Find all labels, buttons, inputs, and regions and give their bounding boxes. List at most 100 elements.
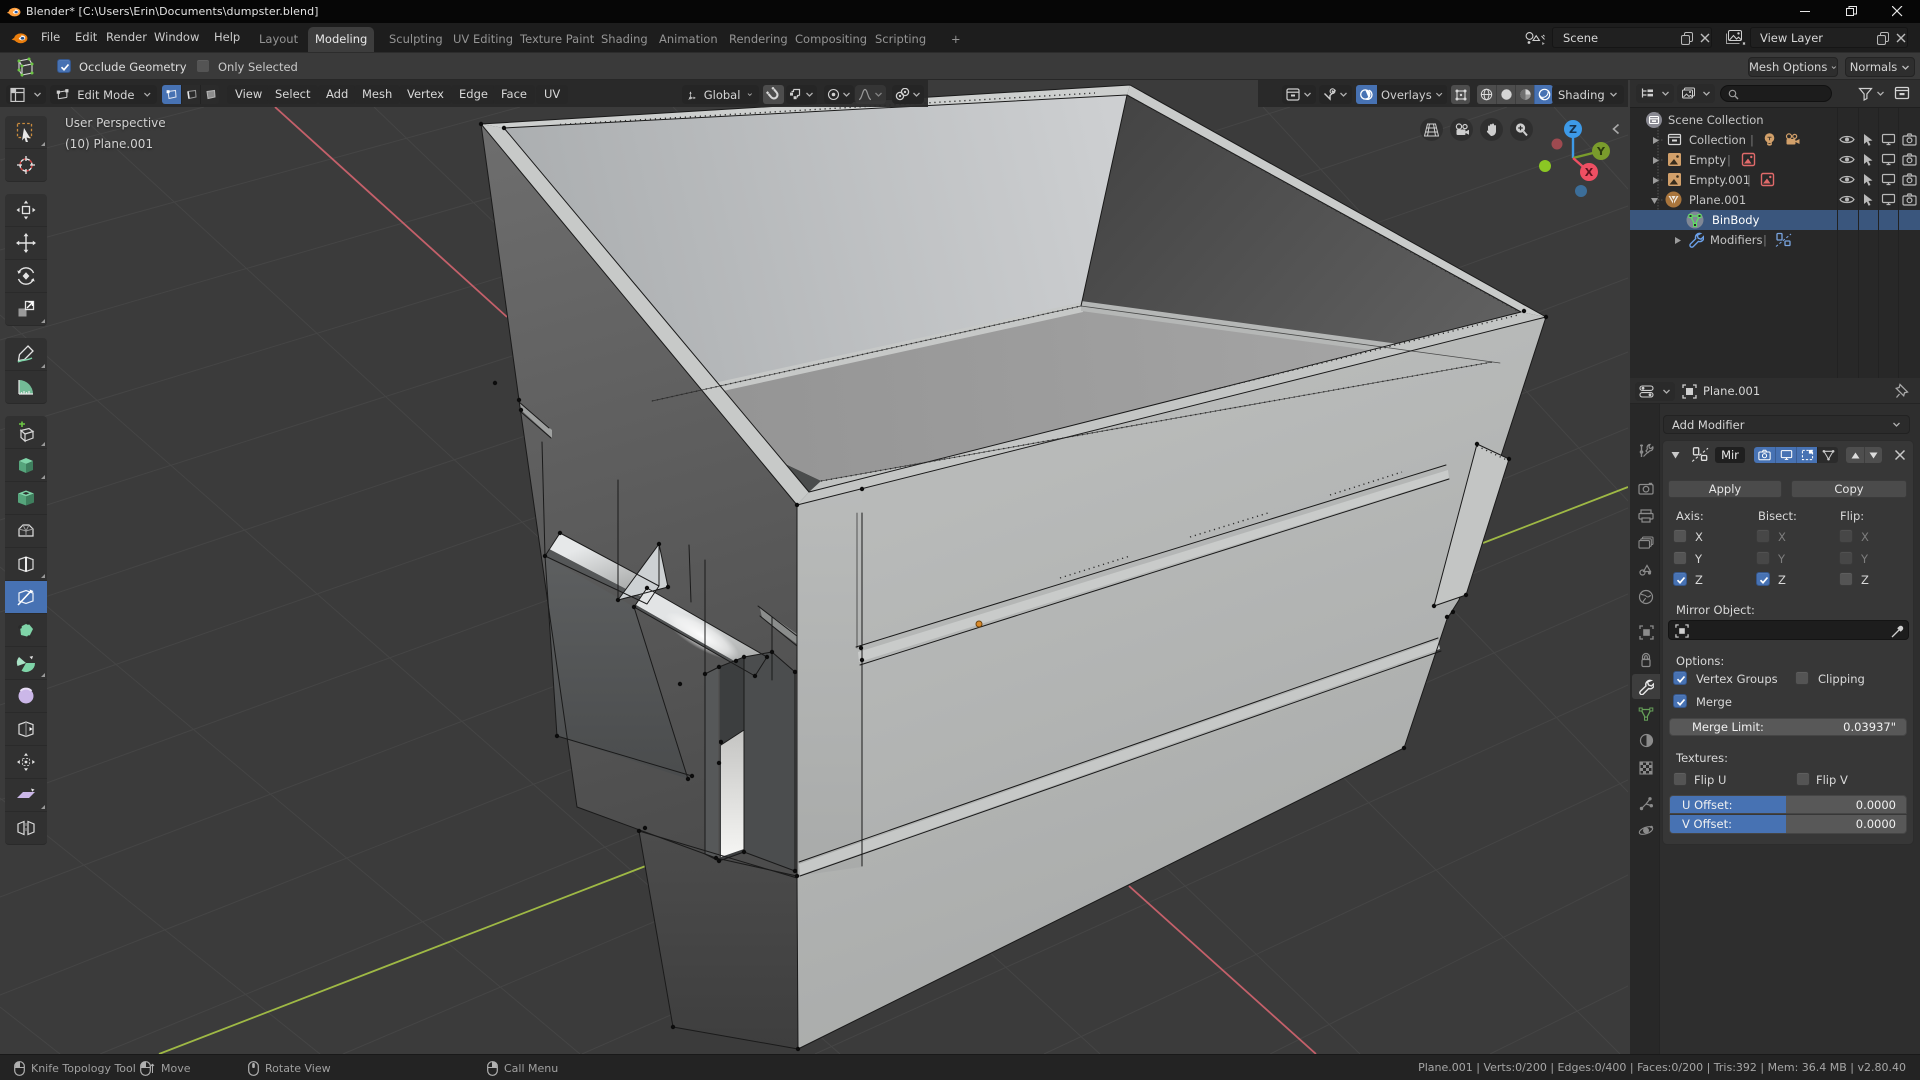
viewport-menu-mesh[interactable]: Mesh bbox=[354, 85, 400, 104]
tab-animation[interactable]: Animation bbox=[652, 27, 725, 52]
outliner-filter-id-dropdown[interactable] bbox=[1677, 84, 1715, 103]
tab-scene[interactable] bbox=[1632, 557, 1660, 582]
add-modifier-dropdown[interactable]: Add Modifier bbox=[1663, 415, 1910, 434]
axis-y-checkbox[interactable] bbox=[1673, 551, 1687, 565]
pan-view-button[interactable] bbox=[1480, 118, 1503, 141]
tab-active-tool[interactable] bbox=[1632, 438, 1660, 463]
modifier-viewport-toggle[interactable] bbox=[1775, 447, 1796, 463]
flip-y-checkbox[interactable] bbox=[1839, 551, 1853, 565]
outliner-display-mode-dropdown[interactable] bbox=[1636, 84, 1674, 103]
merge-checkbox[interactable] bbox=[1673, 694, 1687, 708]
viewport-visibility-icon[interactable] bbox=[1881, 173, 1896, 186]
vertex-groups-checkbox[interactable] bbox=[1673, 671, 1687, 685]
view-layer-remove-icon[interactable] bbox=[1895, 32, 1907, 44]
viewport-menu-edge[interactable]: Edge bbox=[451, 85, 496, 104]
sidebar-collapse-arrow-icon[interactable] bbox=[1610, 122, 1622, 136]
menu-help[interactable]: Help bbox=[208, 28, 246, 47]
flip-z-checkbox[interactable] bbox=[1839, 572, 1853, 586]
tool-poly-build[interactable] bbox=[5, 614, 47, 647]
tool-rip-region[interactable] bbox=[5, 812, 47, 845]
panel-collapse-arrow-icon[interactable] bbox=[1671, 451, 1680, 459]
scene-copy-icon[interactable] bbox=[1681, 32, 1694, 45]
tab-shading[interactable]: Shading bbox=[594, 27, 655, 52]
scene-selector[interactable]: Scene bbox=[1552, 27, 1712, 48]
tab-material[interactable] bbox=[1632, 728, 1660, 753]
tool-annotate[interactable] bbox=[5, 338, 47, 371]
tab-render[interactable] bbox=[1632, 476, 1660, 501]
shading-rendered-button[interactable] bbox=[1534, 85, 1553, 104]
clipping-checkbox[interactable] bbox=[1795, 671, 1809, 685]
shading-material-button[interactable] bbox=[1515, 85, 1534, 104]
bisect-y-checkbox[interactable] bbox=[1756, 551, 1770, 565]
copy-button[interactable]: Copy bbox=[1791, 480, 1907, 498]
outliner-row-empty[interactable]: Empty | bbox=[1630, 150, 1920, 170]
modifier-cage-toggle[interactable] bbox=[1817, 447, 1838, 463]
hide-eye-icon[interactable] bbox=[1839, 153, 1855, 166]
new-collection-icon[interactable] bbox=[1894, 86, 1910, 101]
scene-icon[interactable] bbox=[1524, 31, 1546, 45]
collapse-arrow-icon[interactable] bbox=[1650, 197, 1659, 205]
mirror-object-field[interactable] bbox=[1668, 620, 1909, 640]
render-visibility-icon[interactable] bbox=[1902, 153, 1917, 166]
overlays-dropdown[interactable]: Overlays bbox=[1377, 85, 1447, 104]
outliner-row-binbody[interactable]: BinBody bbox=[1630, 210, 1920, 230]
expand-arrow-icon[interactable] bbox=[1652, 136, 1660, 145]
merge-limit-slider[interactable]: Merge Limit: 0.03937" bbox=[1669, 718, 1907, 736]
viewport-menu-select[interactable]: Select bbox=[267, 85, 318, 104]
flip-x-checkbox[interactable] bbox=[1839, 529, 1853, 543]
pivot-point-dropdown[interactable] bbox=[892, 85, 924, 104]
flip-u-checkbox[interactable] bbox=[1673, 772, 1687, 786]
select-mode-face-button[interactable] bbox=[200, 85, 219, 104]
bisect-x-checkbox[interactable] bbox=[1756, 529, 1770, 543]
mode-dropdown[interactable]: Edit Mode bbox=[50, 85, 157, 104]
modifier-move-down-button[interactable] bbox=[1864, 447, 1882, 463]
apply-button[interactable]: Apply bbox=[1668, 480, 1782, 498]
tab-constraints[interactable] bbox=[1632, 647, 1660, 672]
viewport-menu-add[interactable]: Add bbox=[318, 85, 356, 104]
expand-arrow-icon[interactable] bbox=[1674, 236, 1682, 245]
tab-physics[interactable] bbox=[1632, 818, 1660, 843]
view-layer-selector[interactable]: View Layer bbox=[1750, 27, 1908, 48]
view-layer-icon[interactable] bbox=[1722, 30, 1746, 46]
viewport-visibility-icon[interactable] bbox=[1881, 193, 1896, 206]
tool-inset-faces[interactable] bbox=[5, 482, 47, 515]
scene-name[interactable]: Scene bbox=[1563, 31, 1598, 45]
tab-view-layer[interactable] bbox=[1632, 530, 1660, 555]
hide-eye-icon[interactable] bbox=[1839, 173, 1855, 186]
tab-uv-editing[interactable]: UV Editing bbox=[446, 27, 520, 52]
tool-cursor[interactable] bbox=[5, 149, 47, 182]
modifier-close-icon[interactable] bbox=[1894, 449, 1906, 461]
tab-texture[interactable] bbox=[1632, 755, 1660, 780]
tab-object[interactable] bbox=[1632, 620, 1660, 645]
tool-shear[interactable] bbox=[5, 779, 47, 812]
outliner-row-plane-001[interactable]: Plane.001 bbox=[1630, 190, 1920, 210]
tab-texture-paint[interactable]: Texture Paint bbox=[513, 27, 601, 52]
modifier-editmode-toggle[interactable] bbox=[1796, 447, 1817, 463]
tool-edge-slide[interactable] bbox=[5, 713, 47, 746]
close-button[interactable] bbox=[1874, 0, 1920, 23]
axis-z-checkbox[interactable] bbox=[1673, 572, 1687, 586]
scene-unlink-icon[interactable] bbox=[1699, 32, 1711, 44]
viewport-menu-uv[interactable]: UV bbox=[536, 85, 568, 104]
normals-dropdown[interactable]: Normals bbox=[1845, 57, 1915, 77]
flip-v-checkbox[interactable] bbox=[1796, 772, 1810, 786]
modifier-render-toggle[interactable] bbox=[1754, 447, 1775, 463]
tool-extrude-region[interactable] bbox=[5, 449, 47, 482]
tab-layout[interactable]: Layout bbox=[252, 27, 305, 52]
modifier-name-field[interactable]: Mir bbox=[1715, 447, 1745, 463]
view-layer-name[interactable]: View Layer bbox=[1760, 31, 1823, 45]
tool-spin[interactable] bbox=[5, 647, 47, 680]
menu-window[interactable]: Window bbox=[148, 28, 205, 47]
viewport-visibility-icon[interactable] bbox=[1881, 153, 1896, 166]
tab-particles[interactable] bbox=[1632, 791, 1660, 816]
tool-rotate[interactable] bbox=[5, 260, 47, 293]
menu-file[interactable]: File bbox=[35, 28, 66, 47]
selectable-pointer-icon[interactable] bbox=[1862, 173, 1874, 186]
viewport-menu-vertex[interactable]: Vertex bbox=[399, 85, 452, 104]
camera-view-button[interactable] bbox=[1450, 118, 1473, 141]
hide-eye-icon[interactable] bbox=[1839, 193, 1855, 206]
shading-dropdown[interactable]: Shading bbox=[1552, 85, 1624, 104]
transform-orientation-dropdown[interactable]: Global bbox=[682, 85, 759, 104]
hide-eye-icon[interactable] bbox=[1839, 133, 1855, 146]
viewport-menu-view[interactable]: View bbox=[227, 85, 270, 104]
